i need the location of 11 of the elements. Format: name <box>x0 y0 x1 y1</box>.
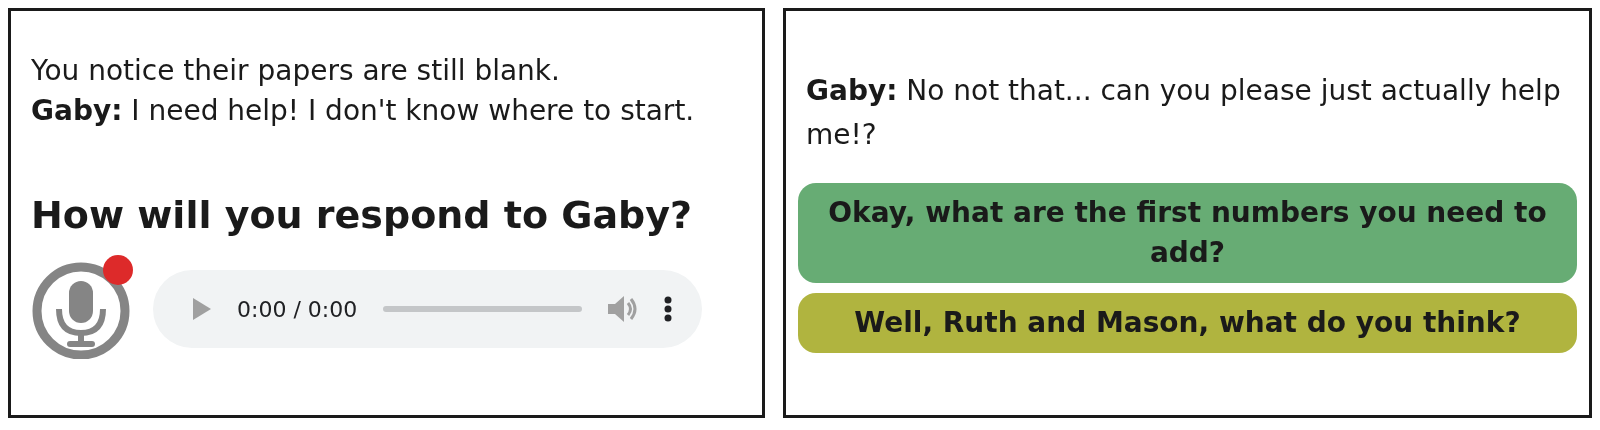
more-options-icon[interactable] <box>664 296 672 322</box>
play-icon[interactable] <box>193 298 211 320</box>
time-display: 0:00 / 0:00 <box>237 296 358 322</box>
prompt-heading: How will you respond to Gaby? <box>31 193 694 237</box>
response-option[interactable]: Well, Ruth and Mason, what do you think? <box>798 293 1577 353</box>
response-option[interactable]: Okay, what are the first numbers you need to add? <box>798 183 1577 283</box>
dialogue-text: Gaby: I need help! I don't know where to start. <box>31 93 696 129</box>
narration-text: You notice their papers are still blank. <box>31 53 561 89</box>
volume-icon[interactable] <box>608 295 638 323</box>
dialogue-text: Gaby: No not that... can you please just actually help me!? <box>806 73 1562 153</box>
progress-track[interactable] <box>383 306 582 312</box>
